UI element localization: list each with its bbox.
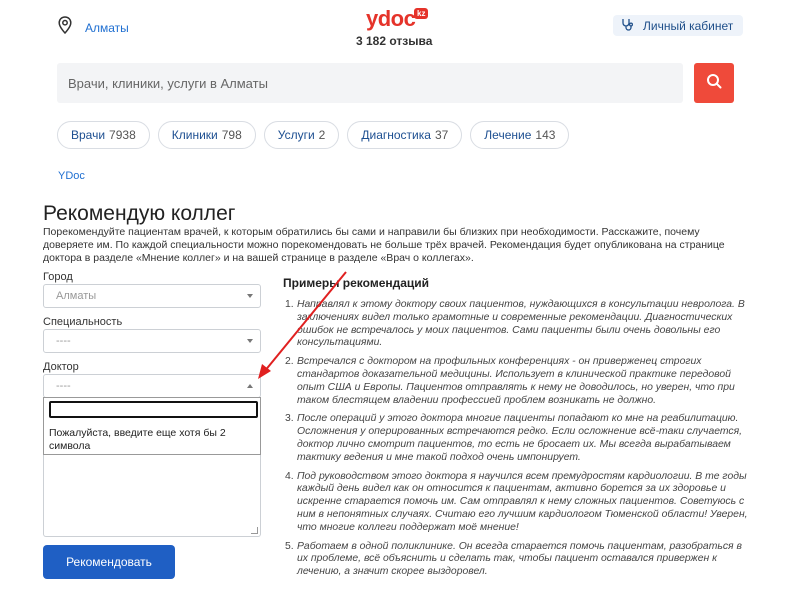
reviews-count[interactable]: 3 182 отзыва <box>356 34 432 48</box>
example-text: Работаем в одной поликлинике. Он всегда … <box>297 540 742 578</box>
example-number: 4. <box>285 470 294 482</box>
resize-handle-icon[interactable] <box>251 527 258 534</box>
city-select-value: Алматы <box>56 290 97 302</box>
examples-list: 1. Направлял к этому доктору своих пациен… <box>285 299 755 585</box>
example-text: После операций у этого доктора многие па… <box>297 413 743 463</box>
chip-clinics[interactable]: Клиники 798 <box>157 121 256 149</box>
stethoscope-icon <box>621 18 643 34</box>
chip-count: 2 <box>318 128 326 142</box>
chip-count: 798 <box>221 128 242 142</box>
doctor-dropdown: Пожалуйста, введите еще хотя бы 2 символ… <box>43 397 261 455</box>
city-selector[interactable]: Алматы <box>57 16 129 39</box>
category-chips: Врачи 7938 Клиники 798 Услуги 2 Диагностика… <box>57 121 570 149</box>
chip-diagnostics[interactable]: Диагностика 37 <box>347 121 463 149</box>
chip-count: 7938 <box>109 128 136 142</box>
breadcrumb[interactable]: YDoc <box>58 170 85 182</box>
chevron-down-icon <box>247 294 253 298</box>
chip-count: 37 <box>434 128 449 142</box>
city-select[interactable]: Алматы <box>43 284 261 308</box>
cabinet-label: Личный кабинет <box>643 18 734 33</box>
example-number: 3. <box>285 413 294 425</box>
specialty-select-value: ---- <box>56 335 71 347</box>
ydoc-logo[interactable]: ydoc <box>366 6 416 32</box>
cabinet-button[interactable]: Личный кабинет <box>613 15 744 36</box>
recommend-button[interactable]: Рекомендовать <box>43 545 175 579</box>
page-intro: Порекомендуйте пациентам врачей, к котор… <box>43 226 725 264</box>
search-icon <box>706 73 722 94</box>
chip-label: Услуги <box>277 128 315 142</box>
chip-services[interactable]: Услуги 2 <box>263 121 340 149</box>
example-number: 1. <box>285 299 294 310</box>
chip-count: 143 <box>535 128 556 142</box>
city-field-label: Город <box>43 271 73 283</box>
chip-label: Врачи <box>71 128 106 142</box>
specialty-select[interactable]: ---- <box>43 329 261 353</box>
location-pin-icon <box>57 16 73 39</box>
example-item: 4. Под руководством этого доктора я научи… <box>285 471 755 535</box>
recommendation-textarea[interactable] <box>43 455 261 537</box>
example-text: Под руководством этого доктора я научилс… <box>297 470 748 533</box>
example-item: 2. Встречался с доктором на профильных ко… <box>285 356 755 407</box>
dropdown-hint: Пожалуйста, введите еще хотя бы 2 символ… <box>49 427 226 452</box>
page-title: Рекомендую коллег <box>43 202 236 225</box>
chip-label: Лечение <box>484 128 532 142</box>
chip-label: Клиники <box>171 128 218 142</box>
chevron-up-icon <box>247 384 253 388</box>
example-item: 3. После операций у этого доктора многие … <box>285 413 755 464</box>
search-input[interactable]: Врачи, клиники, услуги в Алматы <box>57 63 683 103</box>
doctor-select-value: ---- <box>56 380 71 392</box>
example-item: 1. Направлял к этому доктору своих пациен… <box>285 299 755 350</box>
search-button[interactable] <box>694 63 734 103</box>
doctor-search-input[interactable] <box>49 401 258 418</box>
doctor-select[interactable]: ---- <box>43 374 261 398</box>
chip-doctors[interactable]: Врачи 7938 <box>57 121 150 149</box>
example-number: 5. <box>285 540 294 552</box>
header: Алматы ydoc kz 3 182 отзыва Личный кабин… <box>0 0 800 55</box>
examples-title: Примеры рекомендаций <box>283 276 430 290</box>
chip-treatment[interactable]: Лечение 143 <box>470 121 570 149</box>
chip-label: Диагностика <box>361 128 431 142</box>
example-item: 5. Работаем в одной поликлинике. Он всегд… <box>285 541 755 579</box>
specialty-field-label: Специальность <box>43 316 123 328</box>
city-label[interactable]: Алматы <box>85 21 129 35</box>
logo-badge: kz <box>414 8 429 19</box>
doctor-field-label: Доктор <box>43 361 79 373</box>
chevron-down-icon <box>247 339 253 343</box>
example-number: 2. <box>285 356 294 368</box>
example-text: Направлял к этому доктору своих пациенто… <box>297 299 745 349</box>
example-text: Встречался с доктором на профильных конф… <box>297 356 735 406</box>
